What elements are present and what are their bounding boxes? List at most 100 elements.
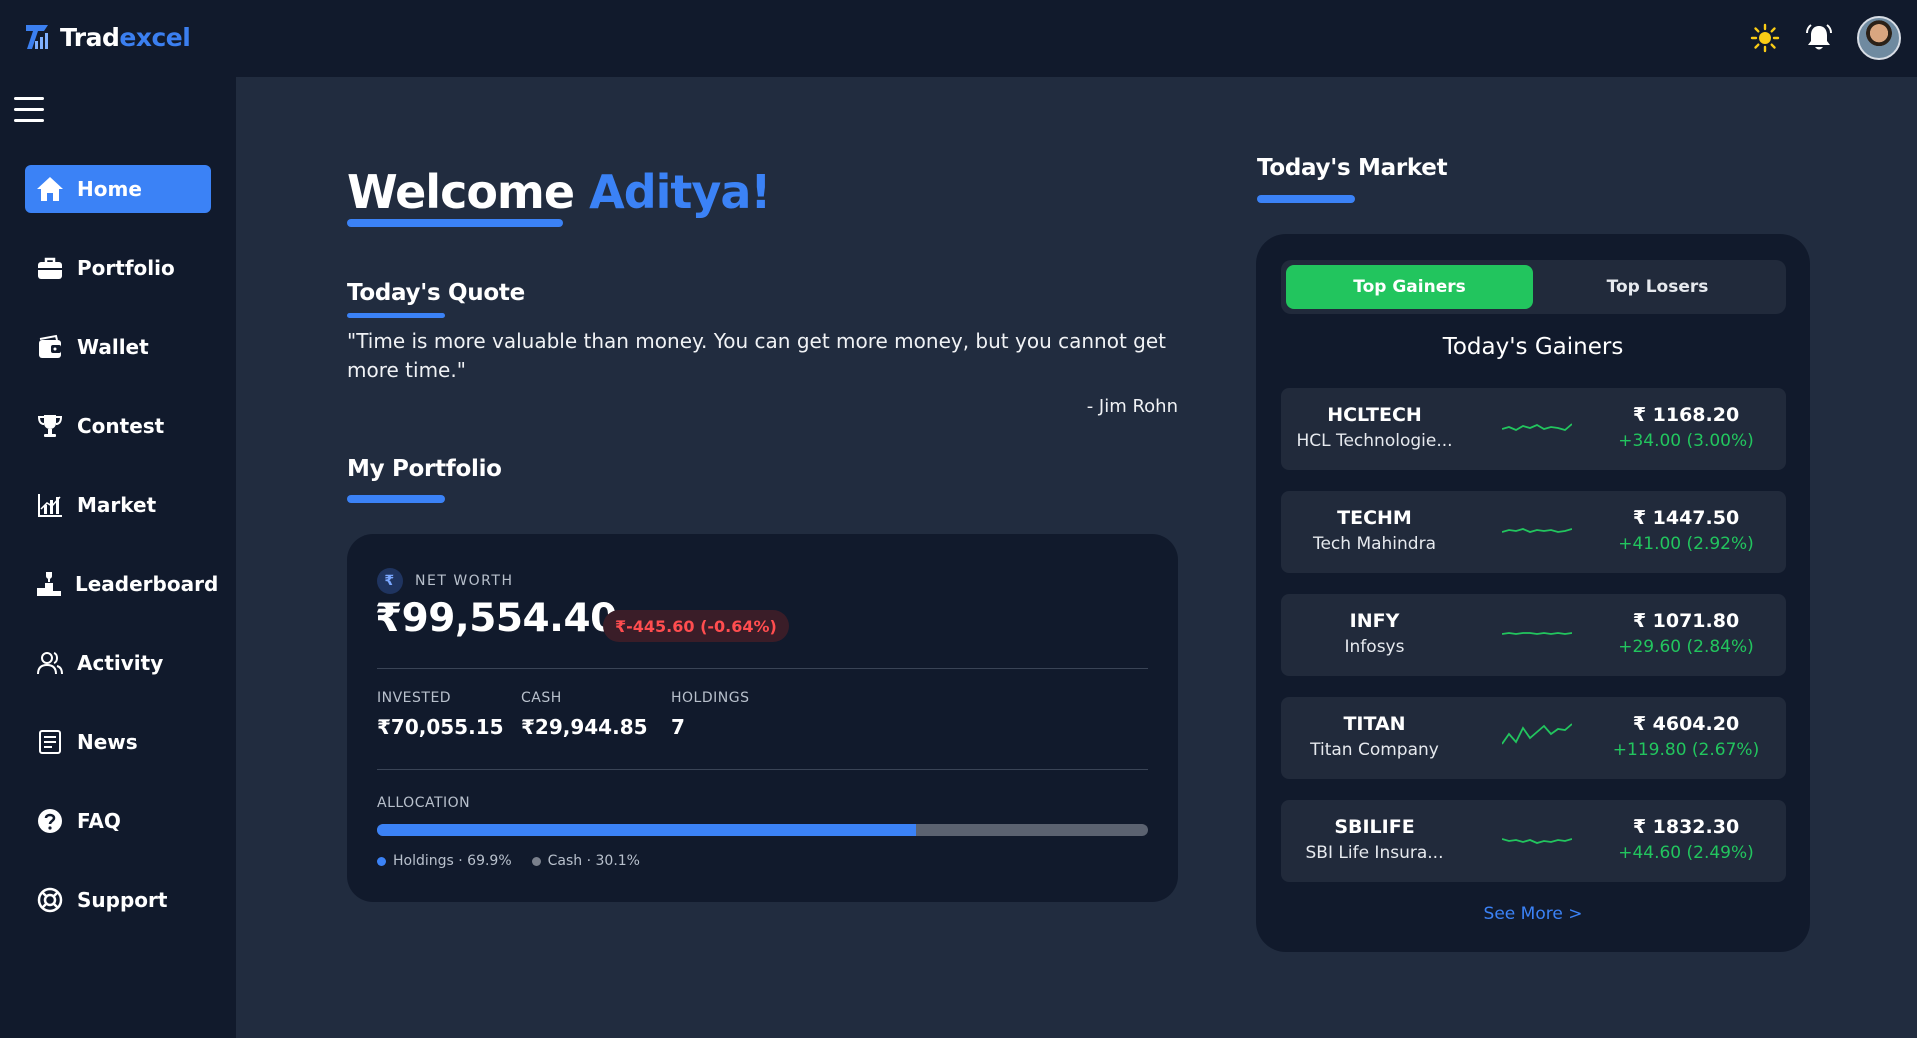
sidebar-item-home[interactable]: Home xyxy=(25,165,211,213)
market-tabs: Top Gainers Top Losers xyxy=(1281,260,1786,314)
sparkline-chart xyxy=(1502,528,1572,533)
sidebar-item-wallet[interactable]: Wallet xyxy=(25,323,211,371)
stock-price: ₹ 1071.80 xyxy=(1632,610,1740,632)
sun-icon[interactable] xyxy=(1749,22,1781,54)
stock-symbol: HCLTECH xyxy=(1327,404,1422,426)
portfolio-card: ₹ NET WORTH ₹99,554.40 ₹-445.60 (-0.64%)… xyxy=(347,534,1178,902)
stock-price: ₹ 4604.20 xyxy=(1632,713,1740,735)
sidebar-item-label: Leaderboard xyxy=(75,572,219,596)
stock-row[interactable]: TITAN Titan Company ₹ 4604.20 +119.80 (2.67… xyxy=(1281,697,1786,779)
podium-icon xyxy=(35,569,63,599)
stock-row[interactable]: INFY Infosys ₹ 1071.80 +29.60 (2.84%) xyxy=(1281,594,1786,676)
sidebar-item-label: Wallet xyxy=(77,335,149,359)
stock-symbol: SBILIFE xyxy=(1334,816,1415,838)
portfolio-heading-underline xyxy=(347,495,445,503)
stock-row[interactable]: HCLTECH HCL Technologie... ₹ 1168.20 +34.00… xyxy=(1281,388,1786,470)
sidebar-item-label: Activity xyxy=(77,651,164,675)
net-worth-label-text: NET WORTH xyxy=(415,573,514,589)
stock-row[interactable]: TECHM Tech Mahindra ₹ 1447.50 +41.00 (2.92%… xyxy=(1281,491,1786,573)
sidebar-item-label: Home xyxy=(77,177,142,201)
trophy-icon xyxy=(35,411,65,441)
allocation-legend: Holdings · 69.9% Cash · 30.1% xyxy=(377,853,640,869)
sparkline-path xyxy=(1502,632,1572,635)
legend-cash: Cash · 30.1% xyxy=(531,853,640,869)
stock-change: +119.80 (2.67%) xyxy=(1612,740,1760,760)
market-heading-underline xyxy=(1257,195,1355,203)
sparkline-path xyxy=(1502,838,1572,844)
sidebar-item-support[interactable]: Support xyxy=(25,876,211,924)
invested-label: INVESTED xyxy=(377,690,452,706)
sidebar-item-label: News xyxy=(77,730,138,754)
market-card: Top Gainers Top Losers Today's Gainers H… xyxy=(1256,234,1810,952)
allocation-bar-holdings-fill xyxy=(377,824,916,836)
net-worth-label: ₹ NET WORTH xyxy=(377,568,513,594)
sparkline-chart xyxy=(1502,423,1572,432)
sidebar-item-contest[interactable]: Contest xyxy=(25,402,211,450)
wallet-icon xyxy=(35,332,65,362)
sidebar-item-market[interactable]: Market xyxy=(25,481,211,529)
bell-icon[interactable] xyxy=(1803,22,1835,54)
portfolio-heading: My Portfolio xyxy=(347,456,502,482)
logo-mark-icon xyxy=(24,22,50,52)
market-heading: Today's Market xyxy=(1257,155,1448,181)
stock-price: ₹ 1447.50 xyxy=(1632,507,1740,529)
sidebar-item-news[interactable]: News xyxy=(25,718,211,766)
see-more-link[interactable]: See More > xyxy=(1256,904,1810,924)
stock-change: +44.60 (2.49%) xyxy=(1618,843,1754,863)
rupee-icon: ₹ xyxy=(377,568,403,594)
quote-heading: Today's Quote xyxy=(347,280,525,306)
sidebar-item-label: Contest xyxy=(77,414,165,438)
sparkline-chart xyxy=(1502,838,1572,844)
stock-row[interactable]: SBILIFE SBI Life Insura... ₹ 1832.30 +44.60… xyxy=(1281,800,1786,882)
stock-symbol: TITAN xyxy=(1343,713,1406,735)
sidebar-item-label: Market xyxy=(77,493,157,517)
cash-value: ₹29,944.85 xyxy=(521,715,648,739)
question-icon xyxy=(35,806,65,836)
divider xyxy=(377,769,1148,770)
legend-cash-dot xyxy=(531,856,541,866)
stock-company-name: Tech Mahindra xyxy=(1312,534,1437,554)
sparkline-path xyxy=(1502,528,1572,533)
legend-holdings-dot xyxy=(377,856,386,866)
stock-symbol: TECHM xyxy=(1337,507,1412,529)
sidebar-item-leaderboard[interactable]: Leaderboard xyxy=(25,560,218,608)
page-title: Welcome Aditya! xyxy=(347,165,771,219)
allocation-bar xyxy=(377,824,1148,836)
divider xyxy=(377,668,1148,669)
allocation-label: ALLOCATION xyxy=(377,795,471,811)
quote-heading-underline xyxy=(347,313,445,318)
brand-name-part1: Trad xyxy=(60,22,120,52)
briefcase-icon xyxy=(35,253,65,283)
sparkline-chart xyxy=(1502,632,1572,635)
user-avatar[interactable] xyxy=(1857,16,1901,60)
sidebar-item-label: Support xyxy=(77,888,168,912)
sparkline-chart xyxy=(1502,723,1572,745)
sidebar-item-portfolio[interactable]: Portfolio xyxy=(25,244,211,292)
stock-company-name: SBI Life Insura... xyxy=(1305,843,1444,863)
stock-price: ₹ 1832.30 xyxy=(1632,816,1740,838)
holdings-label: HOLDINGS xyxy=(671,690,750,706)
stock-company-name: HCL Technologie... xyxy=(1296,431,1453,451)
stock-change: +41.00 (2.92%) xyxy=(1618,534,1754,554)
stock-company-name: Infosys xyxy=(1344,637,1405,657)
quote-text: "Time is more valuable than money. You c… xyxy=(347,329,1166,382)
invested-value: ₹70,055.15 xyxy=(377,715,504,739)
welcome-user-name: Aditya! xyxy=(589,165,771,219)
net-worth-value: ₹99,554.40 xyxy=(375,596,617,641)
gainers-list-title: Today's Gainers xyxy=(1442,334,1624,360)
menu-icon[interactable] xyxy=(14,97,46,123)
tab-top-losers[interactable]: Top Losers xyxy=(1534,265,1781,309)
brand-name: Tradexcel xyxy=(60,22,191,52)
sidebar-item-activity[interactable]: Activity xyxy=(25,639,211,687)
stock-price: ₹ 1168.20 xyxy=(1632,404,1740,426)
stock-change: +29.60 (2.84%) xyxy=(1618,637,1754,657)
stock-change: +34.00 (3.00%) xyxy=(1618,431,1754,451)
top-bar: Tradexcel xyxy=(0,0,1917,77)
brand-logo[interactable]: Tradexcel xyxy=(24,22,191,52)
quote-author: - Jim Rohn xyxy=(1086,396,1178,417)
stock-symbol: INFY xyxy=(1349,610,1400,632)
title-underline xyxy=(347,219,563,227)
sidebar-item-label: Portfolio xyxy=(77,256,175,280)
tab-top-gainers[interactable]: Top Gainers xyxy=(1286,265,1533,309)
sidebar-item-faq[interactable]: FAQ xyxy=(25,797,211,845)
